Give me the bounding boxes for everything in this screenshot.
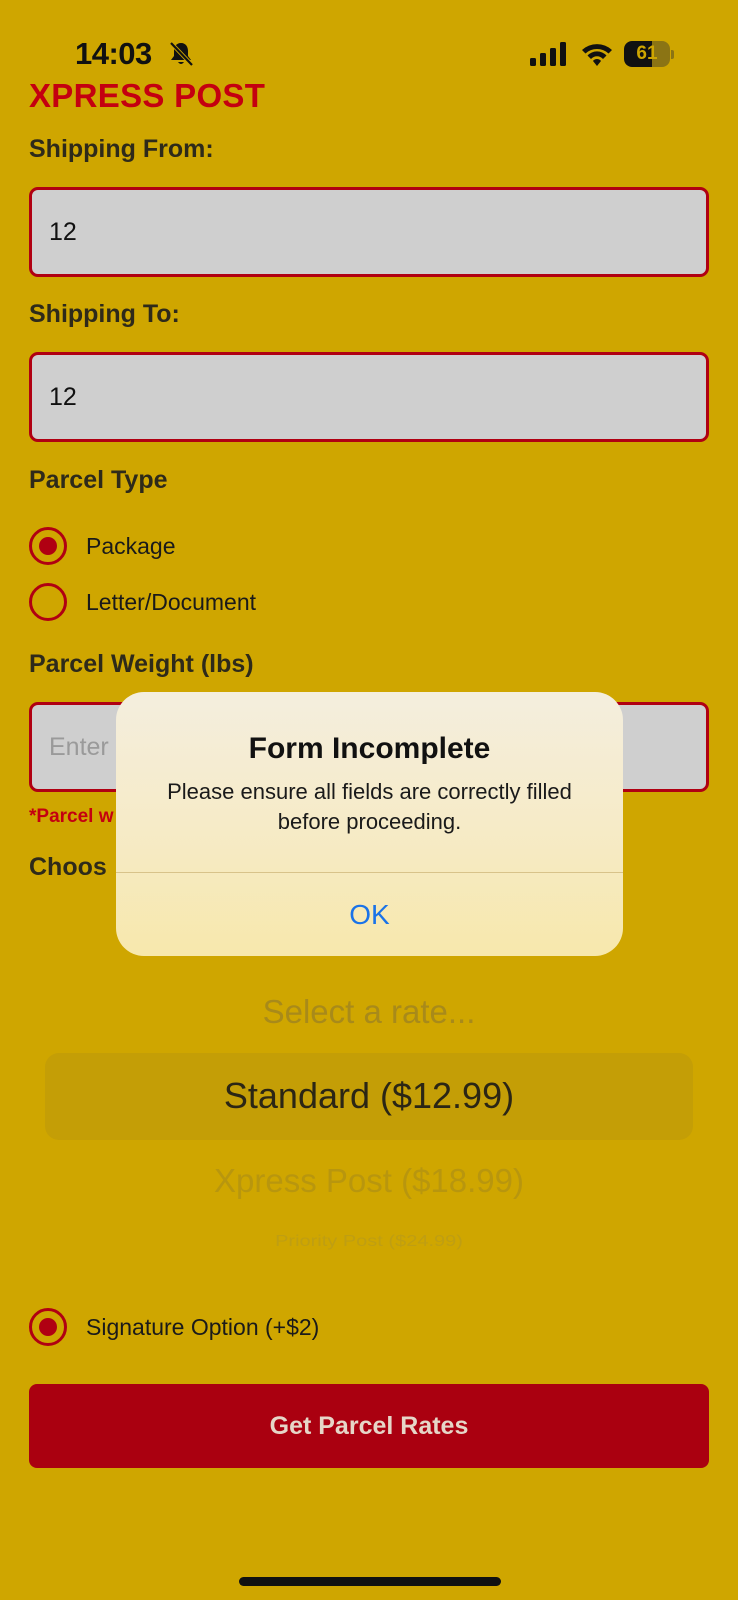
shipping-from-label: Shipping From: <box>29 135 214 163</box>
radio-letter-document[interactable]: Letter/Document <box>29 583 256 621</box>
picker-option-standard[interactable]: Standard ($12.99) <box>45 1075 693 1117</box>
parcel-weight-error: *Parcel w <box>29 806 114 827</box>
signature-option[interactable]: Signature Option (+$2) <box>29 1308 319 1346</box>
app-title: XPRESS POST <box>29 77 266 114</box>
status-time: 14:03 <box>75 36 152 71</box>
picker-option-xpress[interactable]: Xpress Post ($18.99) <box>45 1162 693 1200</box>
battery-level: 61 <box>636 43 658 64</box>
parcel-type-label: Parcel Type <box>29 466 168 494</box>
wifi-icon <box>582 44 612 66</box>
battery-icon: 61 <box>624 41 674 67</box>
shipping-from-input[interactable]: 12 <box>29 187 709 277</box>
home-indicator[interactable] <box>239 1577 501 1586</box>
shipping-to-label: Shipping To: <box>29 300 180 328</box>
radio-letter-document-label: Letter/Document <box>86 588 257 615</box>
parcel-weight-label: Parcel Weight (lbs) <box>29 650 254 678</box>
radio-package-label: Package <box>86 532 176 559</box>
radio-package[interactable]: Package <box>29 527 176 565</box>
parcel-weight-placeholder: Enter <box>49 733 109 761</box>
bell-slash-icon <box>169 41 194 67</box>
get-parcel-rates-button[interactable]: Get Parcel Rates <box>29 1384 709 1468</box>
radio-button-selected[interactable] <box>29 527 67 565</box>
radio-button-unselected[interactable] <box>29 583 67 621</box>
alert-title: Form Incomplete <box>248 732 491 765</box>
rate-label: Choos <box>29 853 107 881</box>
alert-dialog: Form Incomplete Please ensure all fields… <box>116 692 623 956</box>
signature-radio-selected[interactable] <box>29 1308 67 1346</box>
signal-icon <box>530 42 566 66</box>
signature-option-label: Signature Option (+$2) <box>86 1313 320 1340</box>
alert-message: Please ensure all fields are correctly f… <box>167 779 572 834</box>
picker-placeholder[interactable]: Select a rate... <box>45 993 693 1031</box>
shipping-to-input[interactable]: 12 <box>29 352 709 442</box>
screen: 14:03 61 XPRESS POST Shipping From: 12 S… <box>0 0 738 1600</box>
picker-option-priority[interactable]: Priority Post ($24.99) <box>45 1232 693 1250</box>
alert-ok-button[interactable]: OK <box>116 873 623 956</box>
